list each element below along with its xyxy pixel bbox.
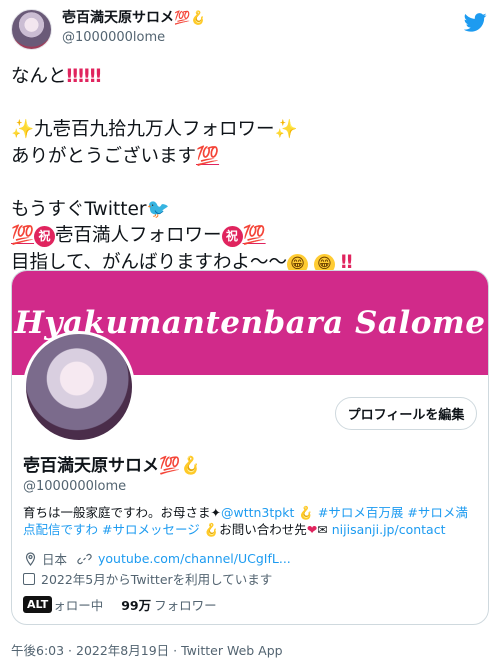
sparkles-icon: ✨	[274, 119, 298, 140]
following-label: ォロー中	[53, 598, 104, 613]
hashtag-link: #サロメ百万展	[317, 505, 404, 520]
calendar-icon	[23, 572, 35, 585]
alt-text-badge: ALT	[23, 596, 53, 613]
tweet-text: なんと‼‼‼ ✨九壱百九拾九万人フォロワー✨ ありがとうございます💯 もうすぐT…	[11, 64, 489, 276]
joined-text: 2022年5月からTwitterを利用しています	[41, 572, 273, 587]
profile-handle: @1000000lome	[23, 479, 127, 494]
hashtag-link: #サロメッセージ	[102, 522, 200, 537]
location-text: 日本	[42, 552, 68, 567]
twitter-bird-icon[interactable]	[464, 13, 487, 32]
name-emoji: 💯🪝	[159, 456, 202, 476]
author-display-name[interactable]: 壱百満天原サロメ💯🪝	[62, 9, 206, 28]
tweet-line-5: 💯 祝壱百満人フォロワー祝 💯	[11, 225, 266, 247]
tweet-line-2: ✨九壱百九拾九万人フォロワー✨	[11, 119, 298, 140]
tweet-line-3: ありがとうございます💯	[11, 145, 220, 167]
author-avatar[interactable]	[11, 9, 52, 50]
name-emoji: 💯🪝	[174, 11, 207, 26]
contact-link: nijisanji.jp/contact	[331, 522, 446, 537]
followers-label: フォロワー	[154, 598, 217, 613]
profile-bio: 育ちは一般家庭ですわ。お母さま✦@wttn3tpkt 🪝 #サロメ百万展 #サロ…	[23, 505, 468, 537]
profile-name: 壱百満天原サロメ💯🪝	[23, 456, 202, 476]
edit-profile-button: プロフィールを編集	[335, 397, 477, 430]
tweet-line-1: なんと‼‼‼	[11, 66, 102, 87]
hundred-points-icon: 💯	[11, 225, 35, 246]
heart-icon: ❤	[306, 522, 318, 537]
author-handle[interactable]: @1000000lome	[62, 29, 206, 47]
hook-icon: 🪝	[294, 505, 318, 520]
profile-card-image[interactable]: Hyakumantenbara Salome プロフィールを編集 壱百満天原サロ…	[11, 270, 489, 625]
link-icon	[77, 553, 92, 564]
profile-stats: ALT ォロー中 99万 フォロワー	[23, 595, 217, 614]
tweet-timestamp[interactable]: 午後6:03 · 2022年8月19日 · Twitter Web App	[11, 640, 283, 658]
celebration-kanji-icon: 祝	[34, 226, 56, 247]
tweet-line-4: もうすぐTwitter🐦	[11, 198, 170, 220]
hundred-points-icon: 💯	[196, 145, 220, 167]
location-pin-icon	[25, 551, 36, 566]
sparkles-icon: ✨	[11, 119, 35, 140]
profile-meta-joined: 2022年5月からTwitterを利用しています	[23, 569, 272, 588]
double-exclamation-icon: ‼‼‼	[66, 66, 102, 87]
mail-icon: ✉	[317, 522, 328, 537]
profile-avatar	[23, 331, 135, 443]
bio-mention-link: @wttn3tpkt	[220, 505, 295, 520]
website-link: youtube.com/channel/UCgIfL...	[98, 551, 291, 566]
profile-meta-location: 日本 youtube.com/channel/UCgIfL...	[23, 549, 291, 568]
celebration-kanji-icon: 祝	[221, 226, 243, 247]
followers-count: 99万	[121, 598, 152, 613]
hundred-points-icon: 💯	[242, 225, 266, 246]
bird-icon: 🐦	[146, 198, 170, 220]
author-block: 壱百満天原サロメ💯🪝 @1000000lome	[62, 9, 206, 47]
